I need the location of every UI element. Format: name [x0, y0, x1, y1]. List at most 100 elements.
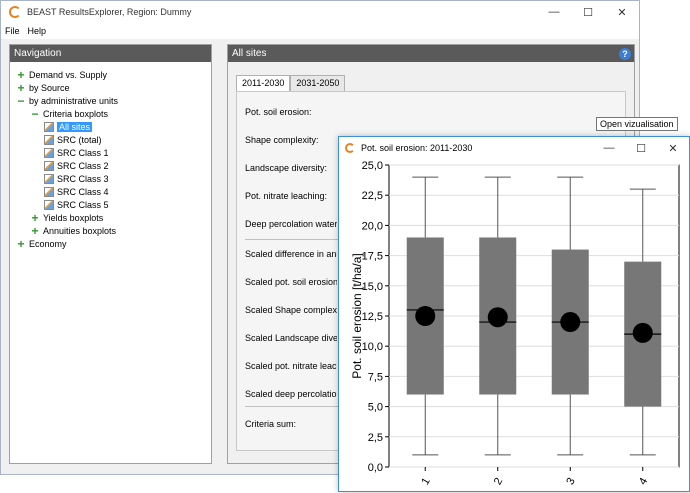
visualisation-window: Pot. soil erosion: 2011-2030 — ☐ ✕ 0,0 2,…: [338, 136, 690, 492]
tree-item[interactable]: + Economy: [10, 237, 211, 250]
tree-item[interactable]: − by administrative units: [10, 94, 211, 107]
y-tick-label: 5,0: [368, 402, 383, 414]
chart-leaf-icon: [44, 134, 54, 145]
criteria-label: Shape complexity:: [245, 135, 319, 145]
chart-leaf-icon: [44, 199, 54, 210]
tree-item[interactable]: SRC Class 2: [10, 159, 211, 172]
tree-item-label: Yields boxplots: [43, 212, 104, 223]
chart-leaf-icon: [44, 186, 54, 197]
expand-icon[interactable]: +: [30, 212, 40, 224]
navigation-panel: Navigation + Demand vs. Supply + by Source −…: [9, 44, 212, 464]
boxplot-chart: 0,0 2,5 5,0 7,5 10,0 12,5 15,0 17,5 20,0 22,5 25,0…: [350, 160, 680, 487]
tree-item-label: Demand vs. Supply: [29, 69, 108, 80]
popup-maximize-button[interactable]: ☐: [625, 137, 657, 159]
chart-leaf-icon: [44, 121, 54, 132]
criteria-label: Scaled Landscape diversity:: [245, 333, 337, 343]
y-tick-label: 20,0: [362, 220, 383, 232]
tree-item[interactable]: + Yields boxplots: [10, 211, 211, 224]
mean-marker: [560, 312, 581, 333]
tree-item[interactable]: All sites: [10, 120, 211, 133]
y-tick-label: 0,0: [368, 462, 383, 474]
criteria-label: Pot. soil erosion:: [245, 107, 312, 117]
criteria-label: Scaled difference in anuities:: [245, 249, 337, 259]
expand-icon[interactable]: +: [16, 238, 26, 250]
tree-item-label: All sites: [57, 121, 93, 132]
popup-close-button[interactable]: ✕: [657, 137, 689, 159]
tooltip: Open vizualisation: [596, 117, 678, 131]
popup-titlebar: Pot. soil erosion: 2011-2030 — ☐ ✕: [339, 137, 689, 159]
window-title: BEAST ResultsExplorer, Region: Dummy: [27, 7, 192, 17]
x-tick-label: 1: [419, 476, 432, 487]
collapse-icon[interactable]: −: [30, 108, 40, 120]
y-tick-label: 25,0: [362, 160, 383, 172]
navigation-tree: + Demand vs. Supply + by Source − by administ…: [10, 62, 211, 250]
tree-item[interactable]: + Annuities boxplots: [10, 224, 211, 237]
y-tick-label: 10,0: [362, 341, 383, 353]
tree-item[interactable]: SRC (total): [10, 133, 211, 146]
close-button[interactable]: ✕: [605, 1, 639, 23]
menu-file[interactable]: File: [5, 26, 20, 36]
window-controls: — ☐ ✕: [537, 1, 639, 23]
y-axis-label: Pot. soil erosion [t/ha/a]: [350, 253, 364, 378]
y-tick-label: 15,0: [362, 281, 383, 293]
expand-icon[interactable]: +: [30, 225, 40, 237]
popup-minimize-button[interactable]: —: [593, 137, 625, 159]
tree-item[interactable]: SRC Class 3: [10, 172, 211, 185]
x-tick-label: 2: [492, 476, 505, 487]
tree-item[interactable]: SRC Class 5: [10, 198, 211, 211]
chart-leaf-icon: [44, 173, 54, 184]
tree-item-label: Criteria boxplots: [43, 108, 109, 119]
y-tick-label: 2,5: [368, 432, 383, 444]
y-tick-label: 7,5: [368, 371, 383, 383]
criteria-label: Pot. nitrate leaching:: [245, 191, 328, 201]
criteria-label: Deep percolation water:: [245, 219, 337, 229]
menu-help[interactable]: Help: [28, 26, 47, 36]
tree-item-label: Annuities boxplots: [43, 225, 117, 236]
help-icon[interactable]: ?: [619, 47, 631, 60]
tree-item[interactable]: + by Source: [10, 81, 211, 94]
popup-title: Pot. soil erosion: 2011-2030: [361, 143, 473, 153]
tree-item[interactable]: − Criteria boxplots: [10, 107, 211, 120]
minimize-button[interactable]: —: [537, 1, 571, 23]
titlebar: BEAST ResultsExplorer, Region: Dummy — ☐…: [1, 1, 639, 23]
tree-item-label: SRC Class 5: [57, 199, 109, 210]
tree-item[interactable]: SRC Class 4: [10, 185, 211, 198]
content-title: All sites: [232, 48, 267, 59]
divider: [245, 239, 345, 240]
criteria-label: Landscape diversity:: [245, 163, 328, 173]
expand-icon[interactable]: +: [16, 69, 26, 81]
mean-marker: [415, 306, 436, 326]
tree-item-label: SRC (total): [57, 134, 102, 145]
x-tick-label: 4: [637, 476, 650, 487]
expand-icon[interactable]: +: [16, 82, 26, 94]
chart-leaf-icon: [44, 147, 54, 158]
navigation-header: Navigation: [10, 45, 211, 62]
tab-2031-2050[interactable]: 2031-2050: [290, 75, 346, 91]
tree-item-label: SRC Class 1: [57, 147, 109, 158]
criteria-label: Criteria sum:: [245, 419, 297, 429]
y-tick-label: 12,5: [362, 311, 383, 323]
content-header: All sites ?: [228, 45, 634, 62]
tree-item[interactable]: + Demand vs. Supply: [10, 68, 211, 81]
tree-item-label: by Source: [29, 82, 70, 93]
tree-item-label: by administrative units: [29, 95, 119, 106]
app-logo-icon: [345, 143, 355, 153]
tree-item-label: SRC Class 4: [57, 186, 109, 197]
tree-item-label: SRC Class 3: [57, 173, 109, 184]
mean-marker: [632, 322, 653, 343]
collapse-icon[interactable]: −: [16, 95, 26, 107]
tree-item-label: SRC Class 2: [57, 160, 109, 171]
tab-2011-2030[interactable]: 2011-2030: [236, 75, 291, 91]
x-tick-label: 3: [564, 476, 577, 487]
criteria-label: Scaled pot. soil erosion:: [245, 277, 337, 287]
maximize-button[interactable]: ☐: [571, 1, 605, 23]
divider: [245, 406, 345, 407]
tree-item-label: Economy: [29, 238, 67, 249]
tree-item[interactable]: SRC Class 1: [10, 146, 211, 159]
criteria-label: Scaled deep percolation water:: [245, 389, 337, 399]
y-tick-label: 17,5: [362, 251, 383, 263]
menubar: File Help: [1, 23, 639, 39]
y-tick-label: 22,5: [362, 190, 383, 202]
chart-leaf-icon: [44, 160, 54, 171]
mean-marker: [487, 307, 508, 328]
